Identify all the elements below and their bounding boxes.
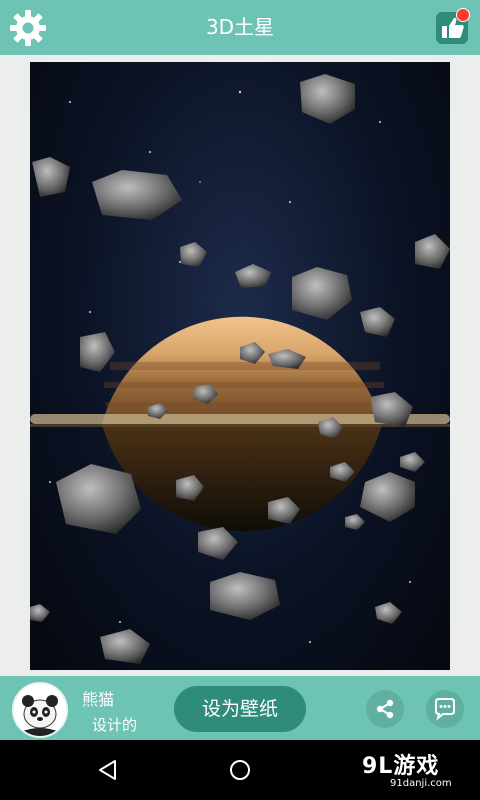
- panda-avatar-icon: [14, 684, 66, 736]
- set-wallpaper-button[interactable]: 设为壁纸: [174, 686, 306, 732]
- author-description: 设计的: [92, 716, 138, 734]
- page-title: 3D土星: [205, 15, 275, 39]
- watermark-logo-text: 9L游戏: [362, 754, 440, 779]
- nav-home-button[interactable]: [228, 758, 252, 786]
- saturn-scene-image: [30, 74, 450, 664]
- watermark-url: 91danji.com: [390, 778, 452, 789]
- share-icon: [376, 699, 394, 719]
- wallpaper-preview[interactable]: [30, 62, 450, 670]
- home-circle-icon: [230, 760, 250, 780]
- site-watermark: 9L游戏 91danji.com: [362, 748, 474, 796]
- author-name: 熊猫: [82, 690, 115, 709]
- nav-back-button[interactable]: [96, 758, 120, 786]
- back-triangle-icon: [99, 760, 116, 780]
- settings-button[interactable]: [6, 6, 50, 50]
- notification-badge: [456, 8, 470, 22]
- share-button[interactable]: [366, 690, 404, 728]
- like-button[interactable]: [430, 6, 474, 50]
- avatar[interactable]: [12, 682, 68, 738]
- top-app-bar: 3D土星: [0, 0, 480, 55]
- comment-icon: [435, 698, 455, 721]
- gear-icon: [10, 10, 46, 46]
- comment-button[interactable]: [426, 690, 464, 728]
